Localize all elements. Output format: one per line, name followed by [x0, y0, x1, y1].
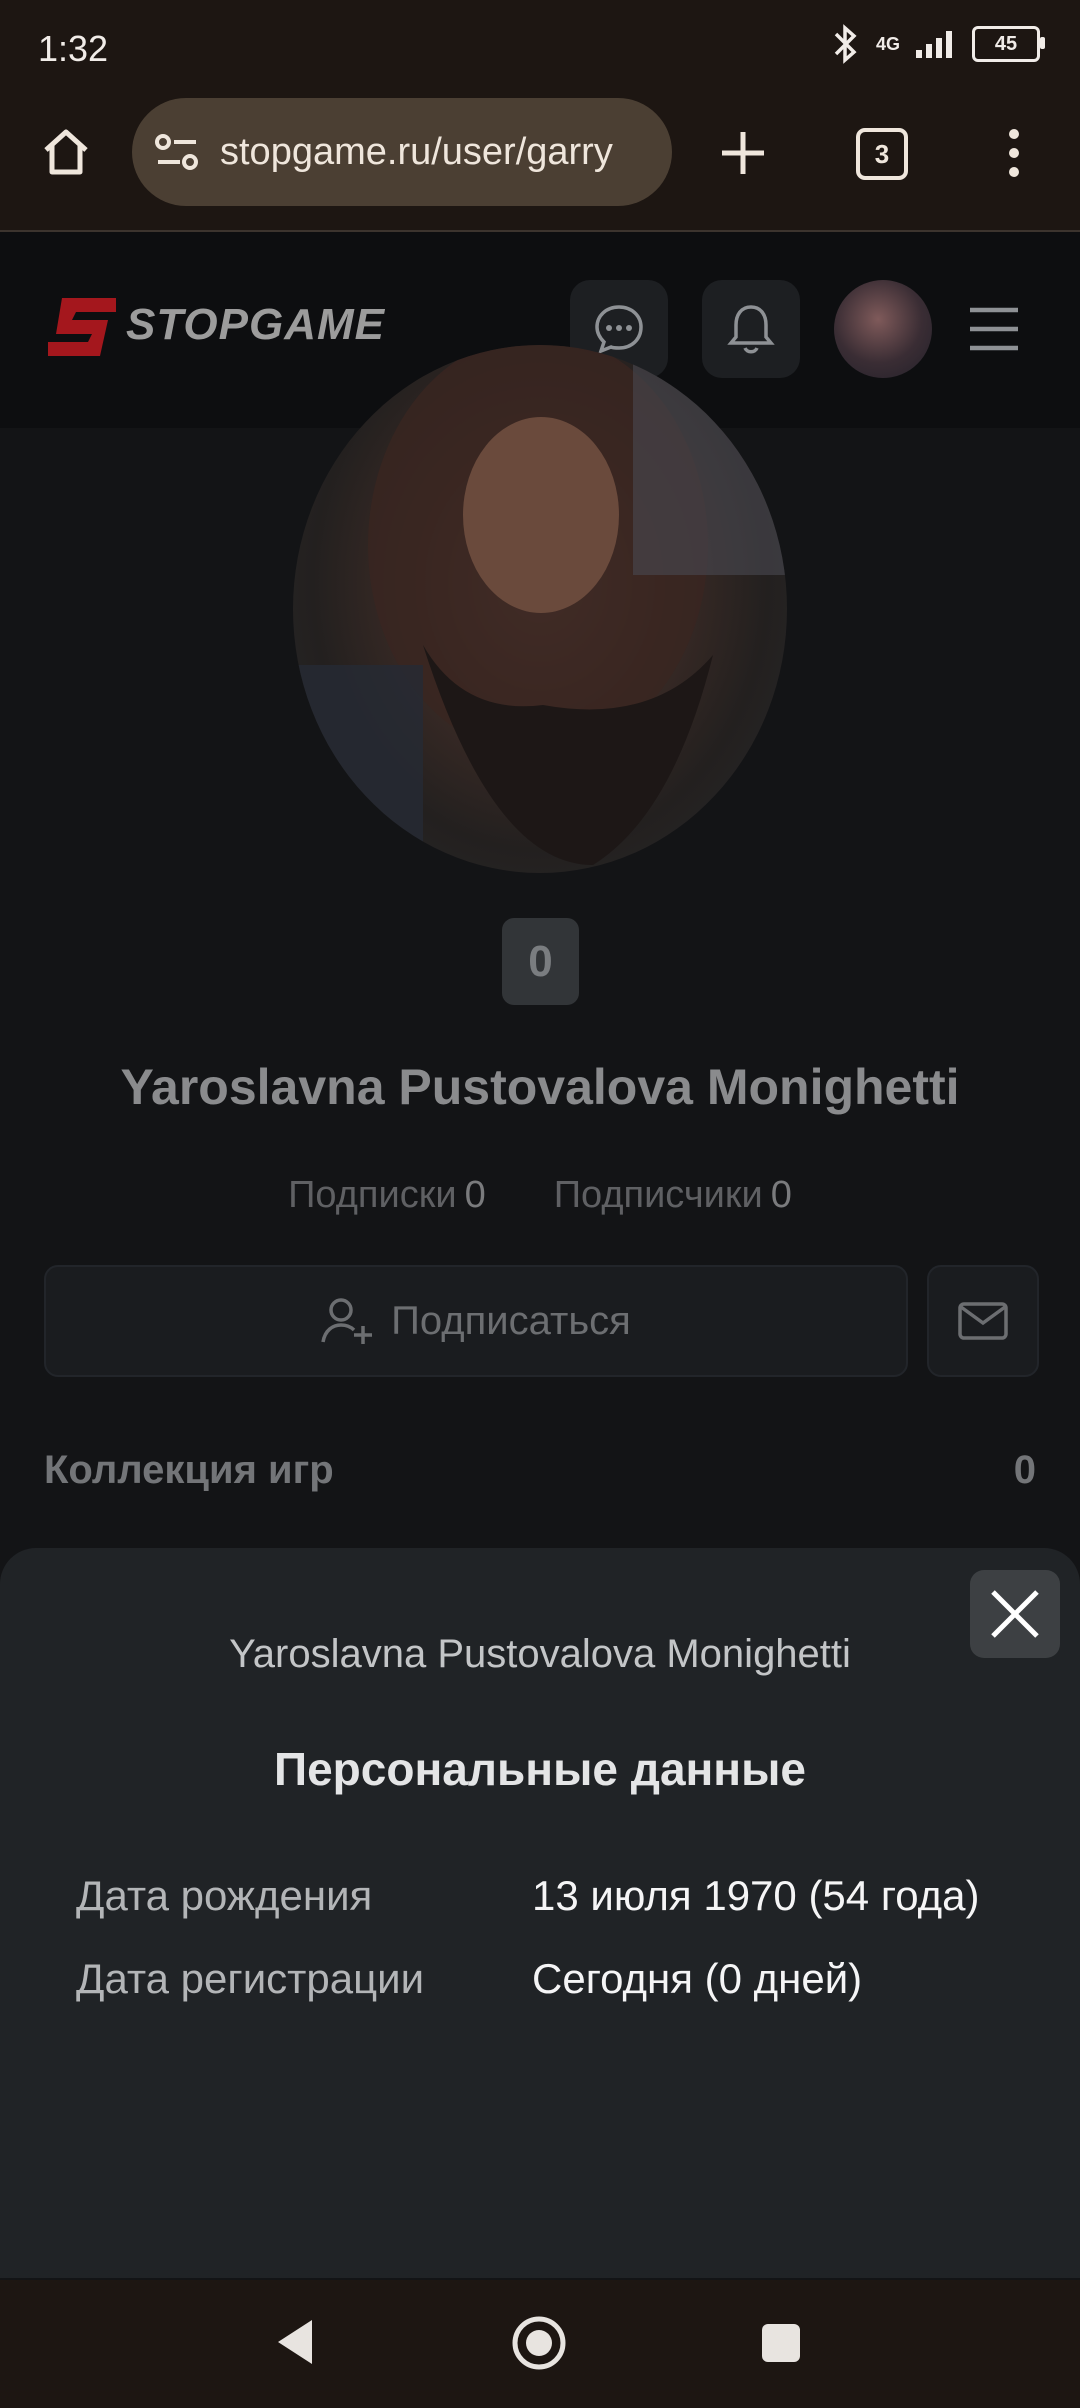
battery-level: 45 [994, 32, 1018, 55]
bluetooth-icon [834, 24, 857, 64]
chat-icon [595, 305, 643, 355]
collection-count: 0 [1013, 1448, 1036, 1492]
subscribers-label: Подписчики [553, 1174, 763, 1216]
bell-icon [727, 305, 775, 354]
birth-date-label: Дата рождения [76, 1872, 373, 1919]
more-vert-icon[interactable] [1000, 126, 1028, 180]
profile-photo [293, 345, 787, 873]
status-icons: 4G 45 [828, 24, 1045, 64]
menu-icon[interactable] [966, 304, 1022, 354]
profile-name: Yaroslavna Pustovalova Monighetti [120, 1059, 960, 1115]
tune-icon[interactable] [154, 132, 200, 174]
site-logo[interactable]: STOPGAME [126, 300, 385, 350]
sheet-title: Персональные данные [274, 1743, 806, 1795]
message-button[interactable] [927, 1265, 1039, 1377]
add-user-icon [321, 1298, 373, 1344]
birth-date-value: 13 июля 1970 (54 года) [532, 1872, 980, 1919]
subscribe-button[interactable]: Подписаться [44, 1265, 908, 1377]
network-label: 4G [875, 33, 900, 54]
follow-stats: Подписки 0 Подписчики 0 [0, 1174, 1080, 1217]
status-time: 1:32 [38, 28, 109, 69]
home-nav-icon[interactable] [510, 2314, 568, 2372]
battery-icon: 45 [972, 26, 1045, 62]
registration-date-label: Дата регистрации [76, 1955, 425, 2002]
home-icon[interactable] [38, 124, 94, 180]
signal-icon [916, 31, 952, 58]
user-avatar[interactable] [834, 280, 932, 378]
subscribers-count: 0 [770, 1174, 792, 1216]
subscriptions-link[interactable]: Подписки 0 [288, 1174, 486, 1217]
url-text: stopgame.ru/user/garry [220, 131, 613, 173]
subscriptions-label: Подписки [288, 1174, 457, 1216]
rating-badge: 0 [502, 918, 579, 1005]
tab-count-label: 3 [874, 138, 890, 169]
recents-icon[interactable] [760, 2322, 802, 2364]
profile-photo-image [293, 345, 787, 873]
plus-icon[interactable] [718, 128, 768, 178]
subscribe-label: Подписаться [391, 1298, 631, 1343]
tabs-icon[interactable]: 3 [856, 128, 908, 180]
sheet-username: Yaroslavna Pustovalova Monighetti [229, 1632, 851, 1676]
mail-icon [958, 1302, 1008, 1340]
back-icon[interactable] [272, 2316, 318, 2368]
subscribers-link[interactable]: Подписчики 0 [554, 1174, 792, 1217]
registration-date-value: Сегодня (0 дней) [532, 1955, 863, 2002]
stopgame-logo-icon[interactable] [42, 294, 122, 364]
subscriptions-count: 0 [464, 1174, 486, 1216]
notifications-button[interactable] [702, 280, 800, 378]
collection-label: Коллекция игр [44, 1448, 334, 1492]
